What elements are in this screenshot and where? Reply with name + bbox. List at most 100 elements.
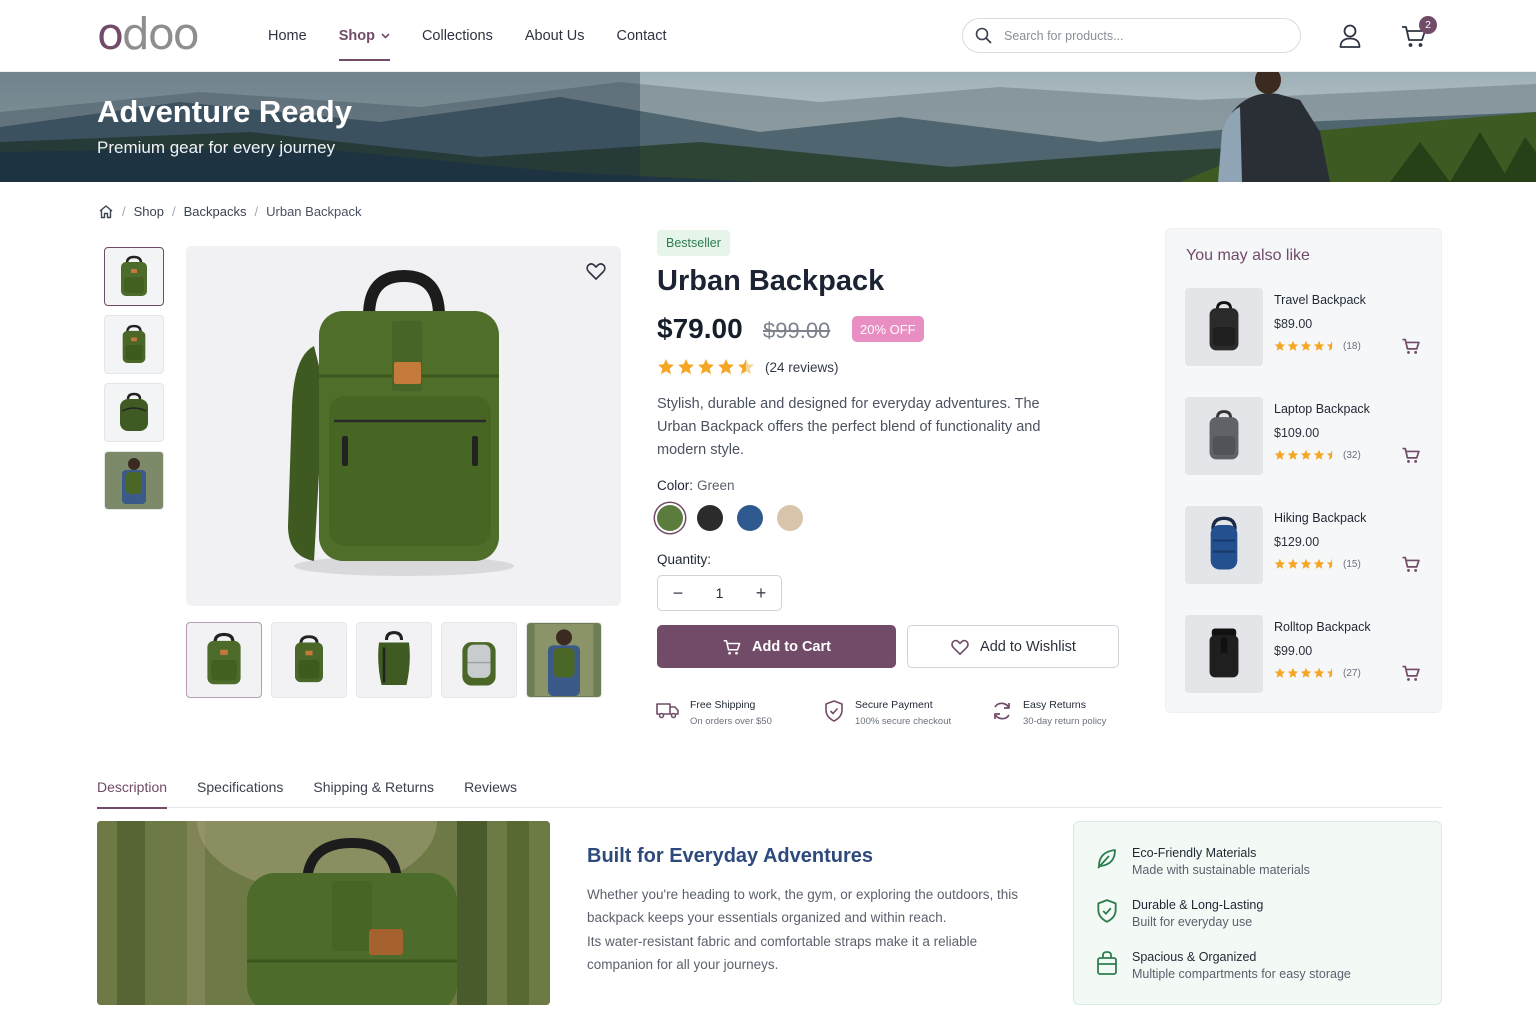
nav-collections[interactable]: Collections [422,0,493,72]
thumbnail-1[interactable] [104,247,164,306]
quantity-decrease-button[interactable]: − [668,583,688,604]
lifestyle-image [97,821,550,1005]
thumbnail-4[interactable] [104,451,164,510]
details-title: Built for Everyday Adventures [587,845,874,867]
hero-subtitle: Premium gear for every journey [97,138,336,157]
recommendations-title: You may also like [1186,247,1310,264]
breadcrumb-shop[interactable]: Shop [134,204,164,219]
highlight-title: Eco-Friendly Materials [1132,846,1257,860]
feature-subtitle: 100% secure checkout [855,716,952,727]
recommendation-rating: (27) [1274,667,1361,679]
tab-shipping-returns[interactable]: Shipping & Returns [313,776,434,808]
recommendation-item[interactable]: Hiking Backpack $129.00 (15) [1185,506,1425,586]
swatch-beige[interactable] [777,505,803,531]
refresh-icon [994,702,1010,720]
service-features: Free Shipping On orders over $50 Secure P… [656,699,1150,727]
recommendation-price: $109.00 [1274,426,1320,440]
recommendation-price: $89.00 [1274,317,1313,331]
feature-subtitle: 30-day return policy [1023,716,1107,727]
recommendation-review-count: (18) [1343,340,1361,352]
tab-reviews[interactable]: Reviews [464,776,517,808]
person-wearing-backpack-image [122,457,146,504]
green-backpack-image [295,635,323,683]
quantity-stepper: − 1 + [657,575,782,611]
green-backpack-image [121,255,147,296]
swatch-blue[interactable] [737,505,763,531]
recommendation-name[interactable]: Laptop Backpack [1274,402,1370,416]
product-rating: (24 reviews) [657,358,839,376]
add-to-cart-button[interactable]: Add to Cart [657,625,896,668]
recommendation-name[interactable]: Rolltop Backpack [1274,620,1371,634]
nav-home[interactable]: Home [268,0,307,72]
thumbnail-2[interactable] [104,315,164,374]
product-price: $79.00 [657,313,743,344]
swatch-black[interactable] [697,505,723,531]
add-to-cart-icon[interactable] [1401,663,1421,683]
review-count[interactable]: (24 reviews) [765,360,839,375]
nav-about[interactable]: About Us [525,0,585,72]
open-backpack-image [462,642,496,686]
discount-badge: 20% OFF [852,316,924,342]
recommendation-rating: (18) [1274,340,1361,352]
search-bar [962,18,1301,53]
hero-banner: Adventure Ready Premium gear for every j… [0,72,1536,182]
thumbnail-angle[interactable] [271,622,347,698]
quantity-label: Quantity: [657,552,712,567]
rolltop-backpack-image [1185,615,1263,693]
thumbnail-side[interactable] [356,622,432,698]
hiking-backpack-image [1185,506,1263,584]
bestseller-badge: Bestseller [657,230,730,256]
hero-title: Adventure Ready [97,94,352,129]
star-rating-icon [1274,340,1333,351]
product-old-price: $99.00 [763,318,831,343]
home-icon[interactable] [98,204,114,219]
thumbnail-lifestyle[interactable] [526,622,602,698]
nav-contact[interactable]: Contact [617,0,667,72]
site-header: odoo Home Shop Collections About Us Cont… [0,0,1536,72]
details-paragraph: Whether you're heading to work, the gym,… [587,887,1019,925]
thumbnail-open[interactable] [441,622,517,698]
truck-icon [656,703,679,719]
laptop-backpack-image [1185,397,1263,475]
highlights-box: Eco-Friendly Materials Made with sustaina… [1073,821,1442,1005]
add-to-cart-icon[interactable] [1401,445,1421,465]
quantity-value[interactable]: 1 [716,585,724,601]
details-body: Whether you're heading to work, the gym,… [587,883,1032,977]
add-to-cart-label: Add to Cart [752,638,831,655]
star-rating-icon [1274,449,1333,460]
thumbnail-front[interactable] [186,622,262,698]
color-label-text: Color: [657,478,694,493]
highlight-title: Durable & Long-Lasting [1132,898,1264,912]
recommendation-name[interactable]: Travel Backpack [1274,293,1366,307]
recommendation-name[interactable]: Hiking Backpack [1274,511,1366,525]
brand-logo[interactable]: odoo [97,12,200,58]
breadcrumb-backpacks[interactable]: Backpacks [184,204,247,219]
shield-check-icon [825,700,843,722]
recommendation-item[interactable]: Travel Backpack $89.00 (18) [1185,288,1425,368]
recommendation-item[interactable]: Laptop Backpack $109.00 (32) [1185,397,1425,477]
tab-specifications[interactable]: Specifications [197,776,283,808]
feature-free-shipping: Free Shipping On orders over $50 [656,699,799,727]
recommendation-review-count: (27) [1343,667,1361,679]
swatch-green[interactable] [657,505,683,531]
green-backpack-side-image [120,392,148,431]
quantity-increase-button[interactable]: + [751,583,771,604]
thumbnail-3[interactable] [104,383,164,442]
bag-icon [1097,951,1117,975]
recommendation-item[interactable]: Rolltop Backpack $99.00 (27) [1185,615,1425,695]
feature-easy-returns: Easy Returns 30-day return policy [991,699,1126,727]
recommendations-panel: You may also like Travel Backpack $89.00… [1165,228,1442,713]
tab-description[interactable]: Description [97,776,168,809]
details-paragraph: Its water-resistant fabric and comfortab… [587,934,978,972]
recommendation-review-count: (15) [1343,558,1361,570]
user-account-icon[interactable] [1337,22,1363,50]
product-title: Urban Backpack [657,265,885,297]
add-to-wishlist-button[interactable]: Add to Wishlist [907,625,1119,668]
search-input[interactable] [1004,28,1284,43]
color-swatches [657,505,803,531]
feature-title: Easy Returns [1023,699,1087,711]
add-to-cart-icon[interactable] [1401,336,1421,356]
nav-shop[interactable]: Shop [338,0,391,72]
heart-icon[interactable] [585,260,607,282]
add-to-cart-icon[interactable] [1401,554,1421,574]
